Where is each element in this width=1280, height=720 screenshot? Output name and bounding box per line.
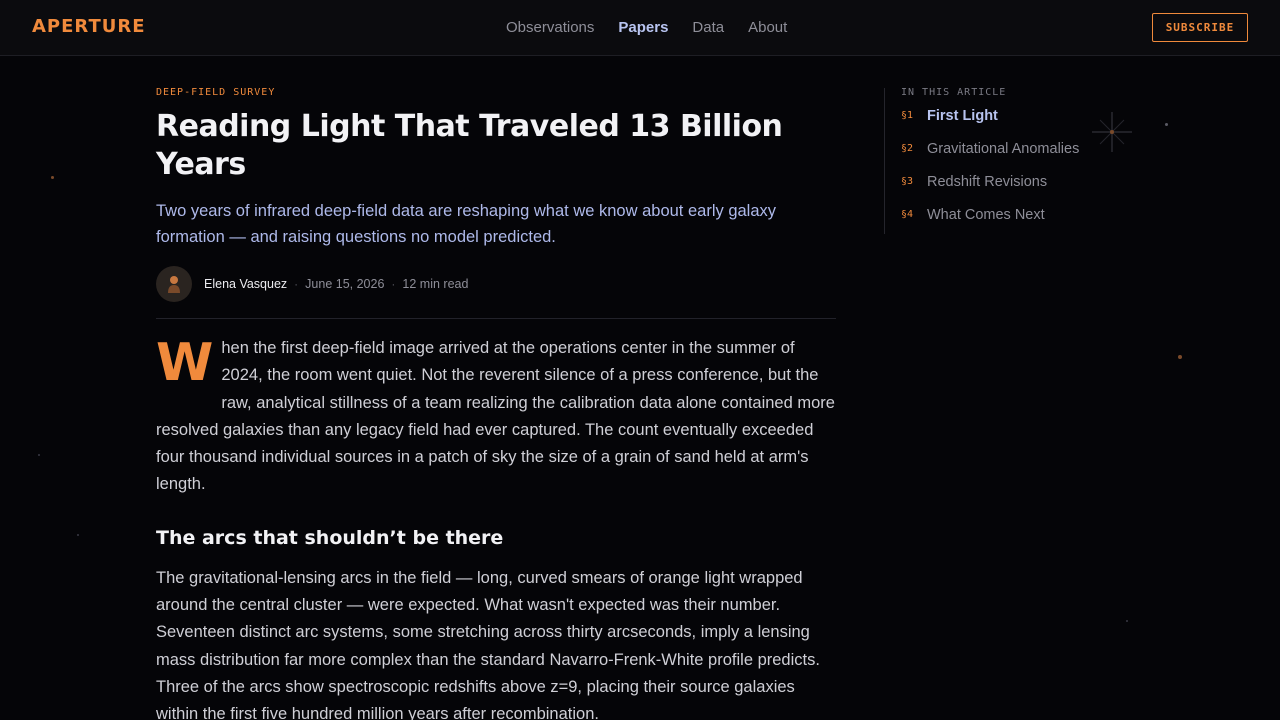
star-decoration	[38, 454, 40, 456]
paragraph-text: hen the first deep-field image arrived a…	[156, 339, 835, 494]
toc-item-label: First Light	[927, 107, 998, 124]
subscribe-button[interactable]: SUBSCRIBE	[1152, 13, 1248, 42]
toc-section-number: §1	[901, 110, 914, 121]
star-decoration	[77, 534, 79, 536]
nav-observations[interactable]: Observations	[506, 19, 594, 39]
divider	[156, 318, 836, 319]
toc-label: IN THIS ARTICLE	[901, 87, 1007, 98]
top-navigation-bar: APERTURE Observations Papers Data About …	[0, 0, 1280, 56]
toc-item-label: Redshift Revisions	[927, 173, 1048, 190]
toc-item-label: What Comes Next	[927, 206, 1045, 223]
nav-papers[interactable]: Papers	[618, 19, 668, 39]
toc-item-first-light[interactable]: §1 First Light	[901, 99, 1124, 132]
article: DEEP-FIELD SURVEY Reading Light That Tra…	[156, 87, 836, 720]
article-kicker: DEEP-FIELD SURVEY	[156, 87, 276, 98]
nav-data[interactable]: Data	[692, 19, 724, 39]
toc-item-gravitational-anomalies[interactable]: §2 Gravitational Anomalies	[901, 132, 1124, 165]
article-title: Reading Light That Traveled 13 Billion Y…	[156, 109, 783, 182]
nav-about[interactable]: About	[748, 19, 787, 39]
byline: Elena Vasquez · June 15, 2026 · 12 min r…	[156, 266, 836, 302]
toc-item-label: Gravitational Anomalies	[927, 140, 1080, 157]
star-decoration	[51, 176, 54, 179]
table-of-contents: IN THIS ARTICLE §1 First Light §2 Gravit…	[884, 87, 1124, 234]
star-decoration	[1178, 355, 1182, 359]
read-time: 12 min read	[402, 277, 469, 291]
toc-section-number: §4	[901, 209, 914, 220]
main-nav: Observations Papers Data About	[506, 19, 787, 39]
avatar[interactable]	[156, 266, 192, 302]
site-logo[interactable]: APERTURE	[32, 16, 146, 37]
publish-date: June 15, 2026	[305, 277, 385, 291]
section-heading: The arcs that shouldn’t be there	[156, 526, 504, 549]
drop-cap: W	[156, 333, 214, 393]
toc-section-number: §3	[901, 176, 914, 187]
separator-dot: ·	[294, 277, 299, 291]
star-decoration	[1165, 123, 1168, 126]
toc-item-redshift-revisions[interactable]: §3 Redshift Revisions	[901, 165, 1124, 198]
article-subtitle: Two years of infrared deep-field data ar…	[156, 202, 777, 246]
toc-section-number: §2	[901, 143, 914, 154]
paragraph-arcs: The gravitational-lensing arcs in the fi…	[156, 568, 820, 720]
star-decoration	[1126, 620, 1128, 622]
paragraph-intro: W hen the first deep-field image arrived…	[156, 335, 836, 499]
separator-dot: ·	[391, 277, 396, 291]
person-icon	[168, 276, 180, 293]
author-name[interactable]: Elena Vasquez	[204, 277, 287, 291]
toc-item-what-comes-next[interactable]: §4 What Comes Next	[901, 198, 1124, 231]
